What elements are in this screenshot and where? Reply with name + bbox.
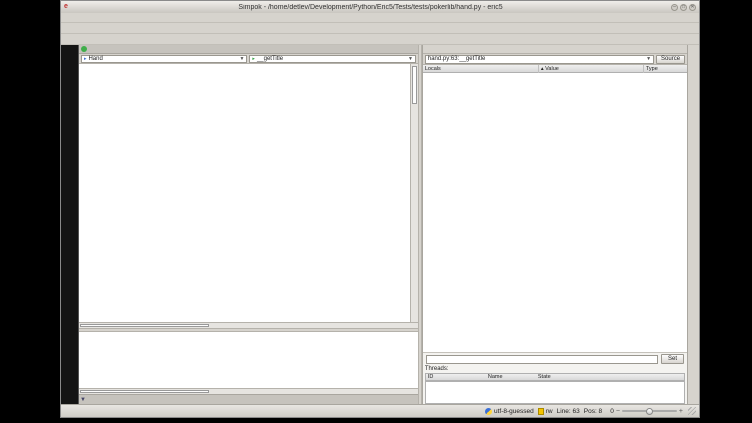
desktop: e Simpok - /home/detlev/Development/Pyth… (0, 0, 752, 423)
app-icon: e (64, 3, 72, 11)
column-locals[interactable]: Locals (423, 65, 539, 73)
window-title: Simpok - /home/detlev/Development/Python… (72, 4, 669, 11)
code-lines (79, 64, 410, 323)
vscroll-thumb[interactable] (412, 66, 417, 104)
editor-column: ▸ Hand ▼ ▸ __getTitle ▼ (79, 45, 418, 404)
variables-filter-input[interactable] (426, 355, 658, 364)
status-language: rw (538, 408, 553, 415)
variables-header[interactable]: Locals ▴ Value Type (423, 65, 687, 73)
debug-toolbar (423, 45, 687, 54)
status-pos: Pos: 8 (584, 408, 602, 415)
column-name[interactable]: Name (486, 374, 536, 380)
shell-hscroll-thumb[interactable] (80, 390, 209, 393)
chevron-down-icon: ▼ (646, 56, 651, 62)
resize-grip-icon[interactable] (688, 407, 696, 415)
close-button[interactable]: ✕ (689, 4, 696, 11)
set-button[interactable]: Set (661, 354, 684, 364)
main-area: ▸ Hand ▼ ▸ __getTitle ▼ (61, 45, 699, 404)
stack-frame-combo[interactable]: hand.py:63:__getTitle ▼ (425, 55, 654, 64)
editor-hscrollbar[interactable] (79, 322, 418, 328)
status-zoom-level: 0 (610, 408, 614, 415)
code-editor[interactable] (79, 64, 418, 323)
column-type[interactable]: Type (644, 65, 687, 73)
stack-frame-value: hand.py:63:__getTitle (428, 56, 486, 62)
class-combo-value: Hand (88, 56, 102, 62)
method-icon: ▸ (252, 56, 255, 62)
threads-header[interactable]: ID Name State (426, 374, 684, 381)
right-vertical-tabbar (687, 45, 699, 404)
window-controls: – □ ✕ (669, 4, 696, 11)
status-writable: rw (546, 408, 553, 415)
navigator-row: ▸ Hand ▼ ▸ __getTitle ▼ (79, 54, 418, 64)
left-sidebar-collapsed[interactable] (61, 45, 79, 404)
threads-empty-area (425, 382, 685, 404)
shell-lines (79, 332, 418, 388)
class-combo[interactable]: ▸ Hand ▼ (81, 55, 247, 63)
tab-indicator-icon (81, 46, 87, 52)
status-bar: utf-8-guessed rw Line: 63 Pos: 8 0 − + (61, 404, 699, 417)
editor-vscrollbar[interactable] (410, 64, 418, 323)
sidebar-handle-icon[interactable]: ▼ (80, 397, 86, 403)
class-icon: ▸ (84, 56, 87, 62)
maximize-button[interactable]: □ (680, 4, 687, 11)
chevron-down-icon: ▼ (408, 56, 413, 62)
source-button[interactable]: Source (656, 55, 685, 64)
titlebar[interactable]: e Simpok - /home/detlev/Development/Pyth… (61, 1, 699, 13)
threads-label: Threads: (423, 365, 687, 373)
debug-viewer-panel: hand.py:63:__getTitle ▼ Source Locals ▴ … (422, 45, 687, 404)
sort-icon: ▴ (541, 66, 544, 72)
python-icon (485, 408, 492, 415)
zoom-slider-thumb[interactable] (646, 408, 653, 415)
toolbar-debug (61, 34, 699, 45)
zoom-out-icon[interactable]: − (616, 408, 620, 415)
column-id[interactable]: ID (426, 374, 486, 380)
column-state[interactable]: State (536, 374, 684, 380)
minimize-button[interactable]: – (671, 4, 678, 11)
status-encoding: utf-8-guessed (485, 408, 534, 415)
variables-empty-area (423, 73, 687, 353)
filter-row: Set (423, 353, 687, 365)
column-value[interactable]: ▴ Value (539, 65, 644, 73)
zoom-slider[interactable] (622, 410, 677, 412)
threads-table: ID Name State (425, 373, 685, 382)
toolbar-main (61, 23, 699, 34)
menubar (61, 13, 699, 23)
chevron-down-icon: ▼ (239, 56, 244, 62)
language-icon (538, 408, 544, 415)
shell-hscrollbar[interactable] (79, 388, 418, 394)
editor-tabbar (79, 45, 418, 54)
zoom-in-icon[interactable]: + (679, 408, 683, 415)
hscroll-thumb[interactable] (80, 324, 209, 327)
method-combo-value: __getTitle (257, 56, 283, 62)
bottom-tabbar: ▼ (79, 394, 418, 404)
eric5-window: e Simpok - /home/detlev/Development/Pyth… (60, 0, 700, 418)
shell-panel[interactable] (79, 332, 418, 388)
stack-frame-row: hand.py:63:__getTitle ▼ Source (423, 54, 687, 65)
method-combo[interactable]: ▸ __getTitle ▼ (249, 55, 415, 63)
status-line: Line: 63 (557, 408, 580, 415)
